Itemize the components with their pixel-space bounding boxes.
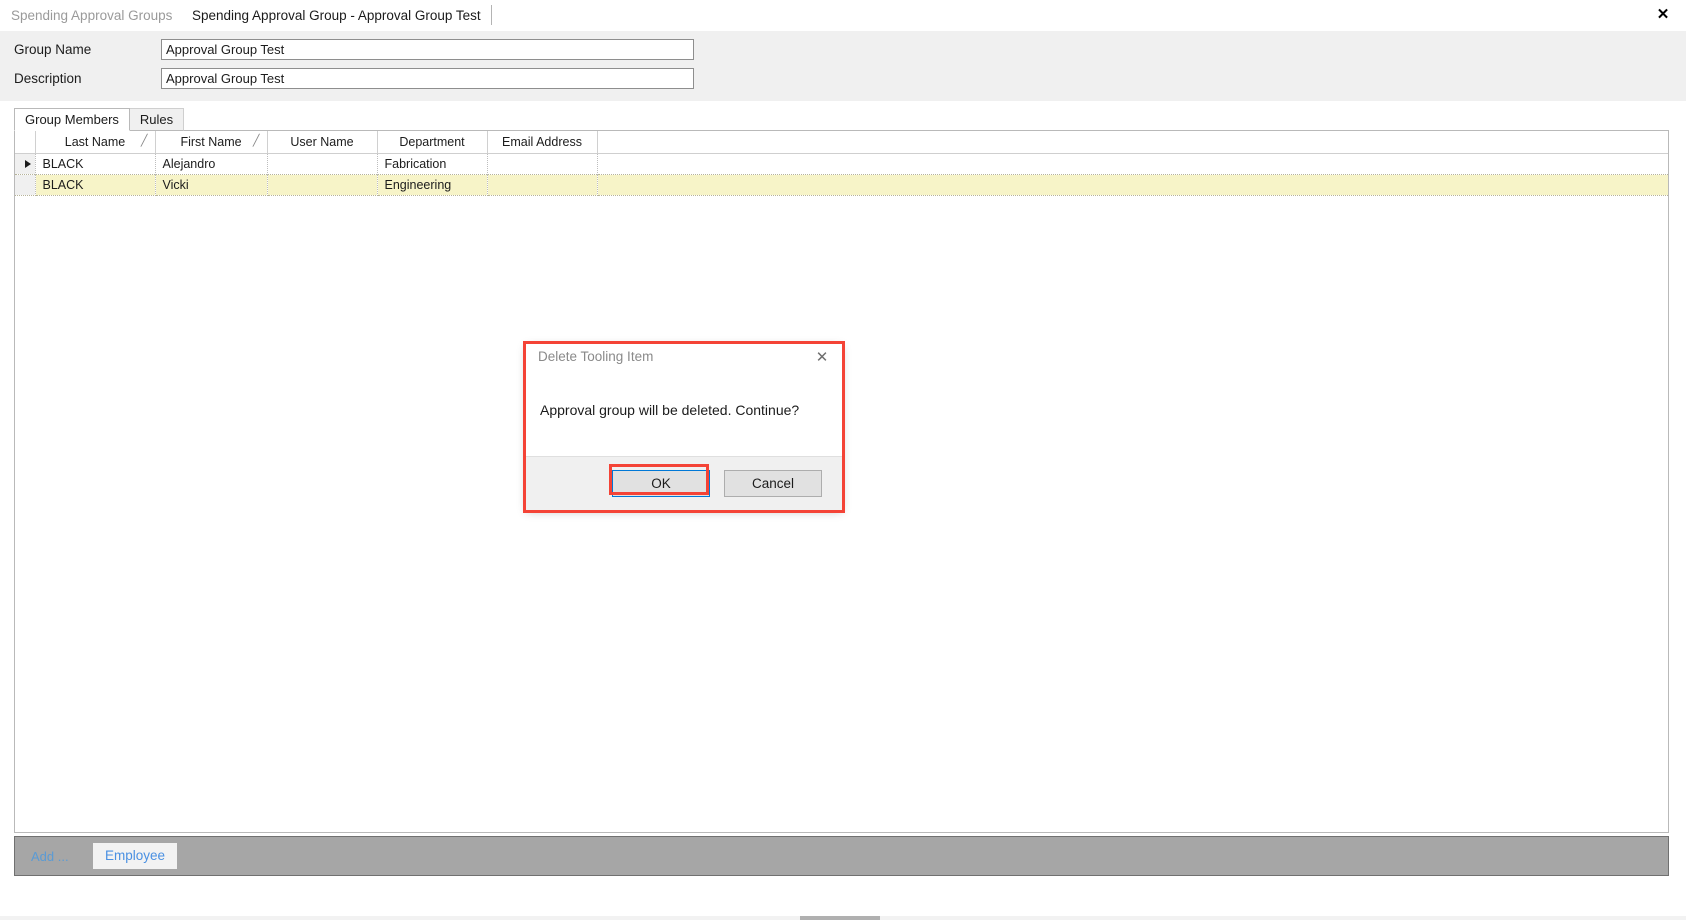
column-header-label: Last Name: [64, 134, 126, 149]
cell-last-name[interactable]: BLACK: [35, 153, 156, 174]
column-header-label: First Name: [180, 134, 242, 149]
cell-first-name[interactable]: Vicki: [155, 173, 268, 196]
sort-ascending-icon: ╱: [140, 135, 148, 147]
row-header-corner: [15, 131, 36, 154]
tab-group-members[interactable]: Group Members: [14, 108, 130, 131]
bottom-action-bar: Add ... Employee: [14, 836, 1669, 876]
form-header-area: Group Name Description: [0, 31, 1686, 101]
application-window: Spending Approval Groups Spending Approv…: [0, 0, 1686, 920]
add-employee-button[interactable]: Employee: [93, 843, 178, 869]
column-header-label: Email Address: [502, 134, 582, 149]
cell-email-address[interactable]: [487, 173, 598, 196]
column-header-email-address[interactable]: Email Address: [487, 131, 598, 154]
cell-filler: [597, 173, 1668, 196]
cell-user-name[interactable]: [267, 173, 378, 196]
row-indicator-cell[interactable]: [15, 153, 36, 174]
column-header-department[interactable]: Department: [377, 131, 488, 154]
group-name-input[interactable]: [161, 39, 694, 60]
table-row[interactable]: BLACK Alejandro Fabrication: [15, 153, 1668, 174]
cell-filler: [597, 153, 1668, 174]
row-indicator-cell[interactable]: [15, 173, 36, 196]
table-row[interactable]: BLACK Vicki Engineering: [15, 173, 1668, 196]
group-name-label: Group Name: [14, 42, 92, 57]
tab-spending-approval-groups[interactable]: Spending Approval Groups: [0, 0, 184, 31]
description-input[interactable]: [161, 68, 694, 89]
cell-first-name[interactable]: Alejandro: [155, 153, 268, 174]
tab-label: Spending Approval Groups: [11, 8, 173, 23]
top-tab-strip: Spending Approval Groups Spending Approv…: [0, 0, 1686, 31]
members-table: Last Name ╱ First Name ╱ User Name Depar…: [15, 131, 1668, 196]
table-header-row: Last Name ╱ First Name ╱ User Name Depar…: [15, 131, 1668, 154]
description-label: Description: [14, 71, 82, 86]
add-label[interactable]: Add ...: [31, 849, 69, 864]
tab-label: Spending Approval Group - Approval Group…: [192, 8, 481, 23]
close-icon[interactable]: ✕: [1650, 4, 1676, 26]
cell-user-name[interactable]: [267, 153, 378, 174]
current-row-arrow-icon: [25, 160, 32, 169]
dialog-highlight-annotation: [523, 341, 845, 513]
column-header-filler: [597, 131, 1668, 154]
cell-department[interactable]: Engineering: [377, 173, 488, 196]
sub-tab-label: Rules: [139, 112, 174, 127]
column-header-last-name[interactable]: Last Name ╱: [35, 131, 156, 154]
column-header-label: User Name: [290, 134, 354, 149]
column-header-label: Department: [399, 134, 465, 149]
cell-email-address[interactable]: [487, 153, 598, 174]
column-header-first-name[interactable]: First Name ╱: [155, 131, 268, 154]
cell-last-name[interactable]: BLACK: [35, 173, 156, 196]
column-header-user-name[interactable]: User Name: [267, 131, 378, 154]
sort-ascending-icon: ╱: [252, 135, 260, 147]
tab-rules[interactable]: Rules: [128, 108, 185, 131]
sub-tab-label: Group Members: [25, 112, 119, 127]
cell-department[interactable]: Fabrication: [377, 153, 488, 174]
sub-tab-strip: Group Members Rules: [14, 108, 185, 131]
window-bottom-strip: [0, 880, 1686, 920]
taskbar-nub: [800, 916, 880, 920]
tab-spending-approval-group-detail[interactable]: Spending Approval Group - Approval Group…: [181, 0, 492, 31]
